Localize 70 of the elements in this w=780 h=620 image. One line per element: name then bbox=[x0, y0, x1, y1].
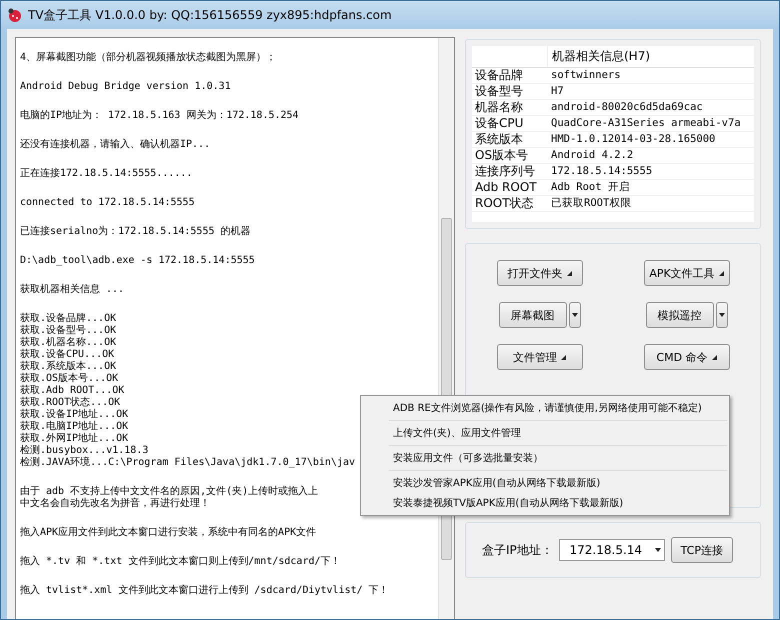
dropdown-arrow-button[interactable] bbox=[716, 302, 728, 328]
caret-icon bbox=[561, 354, 566, 360]
ip-combo-box[interactable]: 172.18.5.14 bbox=[558, 539, 665, 561]
table-cell-text: Adb Root 开启 bbox=[550, 180, 630, 195]
log-line: 获取.设备品牌...OK bbox=[20, 313, 116, 324]
table-cell-text: Android 4.2.2 bbox=[550, 148, 634, 163]
log-line: 由于 adb 不支持上传中文文件名的原因,文件(夹)上传时或拖入上 bbox=[20, 486, 318, 498]
log-line: 检测.busybox...v1.18.3 bbox=[20, 445, 148, 456]
menu-button[interactable]: CMD 命令 bbox=[644, 344, 730, 370]
table-cell-text: HMD-1.0.12014-03-28.165000 bbox=[550, 132, 716, 147]
log-line: 获取.设备型号...OK bbox=[20, 325, 116, 336]
split-button[interactable]: 模拟遥控 bbox=[646, 302, 714, 328]
table-cell-text: 设备CPU bbox=[474, 116, 524, 131]
log-line: 拖入APK应用文件到此文本窗口进行安装，系统中有同名的APK文件 bbox=[20, 527, 316, 539]
log-line: 还没有连接机器，请输入、确认机器IP... bbox=[20, 139, 210, 151]
table-cell-text: softwinners bbox=[550, 68, 621, 83]
menu-item[interactable]: 安装应用文件（可多选批量安装） bbox=[361, 448, 729, 468]
column-header: 机器相关信息(H7) bbox=[551, 48, 652, 65]
log-line: 中文名会自动先改名为拼音，再进行处理！ bbox=[20, 498, 210, 510]
log-line: 正在连接172.18.5.14:5555...... bbox=[20, 168, 192, 180]
log-line: D:\adb_tool\adb.exe -s 172.18.5.14:5555 bbox=[20, 255, 255, 267]
table-cell-text: Adb ROOT bbox=[474, 180, 538, 195]
caret-icon bbox=[572, 313, 578, 317]
menu-item[interactable]: 安装沙发管家APK应用(自动从网络下载最新版) bbox=[361, 473, 729, 493]
log-line: connected to 172.18.5.14:5555 bbox=[20, 197, 195, 209]
log-line: 检测.JAVA环境...C:\Program Files\Java\jdk1.7.0_17\bin\jav bbox=[20, 457, 356, 469]
dropdown-arrow-button[interactable] bbox=[568, 302, 580, 328]
menu-button[interactable]: 打开文件夹 bbox=[496, 260, 582, 286]
table-cell-text: android-80020c6d5da69cac bbox=[550, 100, 703, 115]
table-cell-text: 设备品牌 bbox=[474, 68, 524, 83]
log-line: 获取.ROOT状态...OK bbox=[20, 397, 120, 408]
caret-icon bbox=[566, 270, 572, 276]
menu-button[interactable]: 文件管理 bbox=[496, 344, 582, 370]
ladybug-icon bbox=[7, 7, 23, 23]
table-cell-text: ROOT状态 bbox=[474, 196, 535, 211]
table-cell-text: 设备型号 bbox=[474, 84, 524, 99]
log-line: 拖入 tvlist*.xml 文件到此文本窗口进行上传到 /sdcard/Diytvlist/ 下！ bbox=[20, 585, 389, 597]
log-line: 4、屏幕截图功能（部分机器视频播放状态截图为黑屏）； bbox=[20, 52, 276, 64]
table-cell-text: 连接序列号 bbox=[474, 164, 536, 179]
caret-icon bbox=[718, 313, 724, 317]
log-line: 获取.机器名称...OK bbox=[20, 337, 116, 348]
table-cell-text: H7 bbox=[550, 84, 564, 99]
log-line: 获取.电脑IP地址...OK bbox=[20, 421, 128, 432]
menu-button[interactable]: APK文件工具 bbox=[644, 260, 730, 286]
log-line: 获取.设备CPU...OK bbox=[20, 349, 114, 360]
log-line: 获取.OS版本号...OK bbox=[20, 373, 118, 384]
menu-item[interactable]: 上传文件(夹)、应用文件管理 bbox=[361, 423, 729, 443]
table-cell-text: 机器名称 bbox=[474, 100, 524, 115]
log-line: 获取.系统版本...OK bbox=[20, 361, 116, 372]
log-line: 获取.设备IP地址...OK bbox=[20, 409, 128, 420]
log-line: 获取机器相关信息 ... bbox=[20, 284, 124, 296]
ip-label: 盒子IP地址： bbox=[482, 542, 553, 558]
menu-item[interactable]: ADB RE文件浏览器(操作有风险，请谨慎使用,另网络使用可能不稳定) bbox=[361, 398, 729, 418]
log-line: 已连接serialno为：172.18.5.14:5555 的机器 bbox=[20, 226, 251, 238]
window-title: TV盒子工具 V1.0.0.0 by: QQ:156156559 zyx895:hdpfans.com bbox=[28, 6, 392, 24]
menu-item[interactable]: 安装泰捷视频TV版APK应用(自动从网络下载最新版) bbox=[361, 493, 729, 513]
split-button[interactable]: 屏幕截图 bbox=[498, 302, 566, 328]
log-line: Android Debug Bridge version 1.0.31 bbox=[20, 81, 231, 93]
caret-icon bbox=[718, 270, 724, 276]
table-cell-text: 已获取ROOT权限 bbox=[550, 196, 632, 211]
table-cell-text: QuadCore-A31Series armeabi-v7a bbox=[550, 116, 741, 131]
table-cell-text: OS版本号 bbox=[474, 148, 530, 163]
log-line: 拖入 *.tv 和 *.txt 文件到此文本窗口则上传到/mnt/sdcard/下！ bbox=[20, 556, 341, 568]
log-line: 获取.Adb ROOT...OK bbox=[20, 385, 124, 396]
tcp-connect-button[interactable]: TCP连接 bbox=[670, 537, 733, 563]
caret-icon bbox=[712, 354, 717, 360]
log-line: 获取.外网IP地址...OK bbox=[20, 433, 128, 444]
table-cell-text: 172.18.5.14:5555 bbox=[550, 164, 652, 179]
table-cell-text: 系统版本 bbox=[474, 132, 524, 147]
log-line: 电脑的IP地址为： 172.18.5.163 网关为：172.18.5.254 bbox=[20, 110, 299, 122]
